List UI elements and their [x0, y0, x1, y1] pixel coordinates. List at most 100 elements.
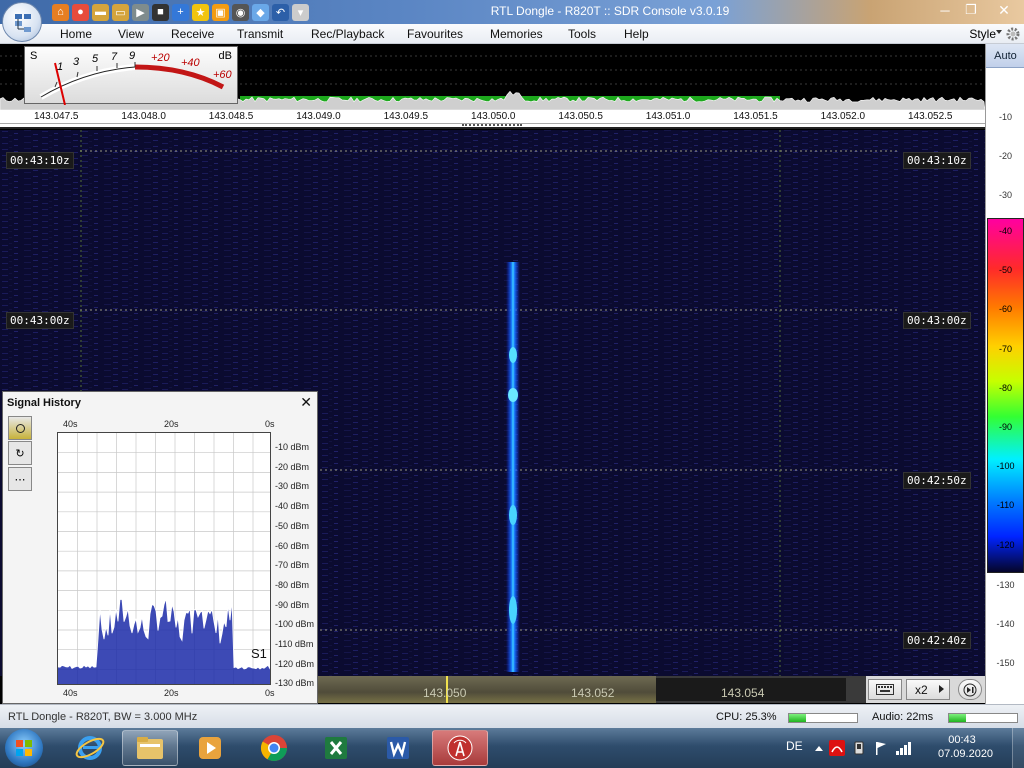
menu-help[interactable]: Help — [624, 27, 649, 41]
keyboard-icon — [876, 684, 894, 695]
sh-x-tick: 40s — [63, 688, 78, 698]
app-menu-button[interactable] — [2, 2, 42, 42]
chevron-right-icon — [939, 685, 944, 693]
timestamp-label: 00:42:40z — [903, 632, 971, 649]
tuning-strip[interactable]: 143.050 143.052 143.054 — [318, 676, 866, 703]
signal-history-plot[interactable] — [57, 432, 271, 685]
s-scale-7: 7 — [111, 51, 118, 63]
record-toggle-button[interactable] — [8, 416, 32, 440]
close-button[interactable]: ✕ — [984, 0, 1024, 20]
db-color-label: -40 — [998, 226, 1012, 236]
flag-icon[interactable] — [873, 740, 889, 756]
network-icon[interactable] — [895, 740, 913, 756]
zoom-select[interactable]: x2 — [906, 679, 950, 700]
dropdown-icon[interactable]: ▾ — [292, 3, 309, 21]
menu-transmit[interactable]: Transmit — [237, 27, 283, 41]
s-plus-scale: +40 — [181, 57, 200, 69]
app-logo-icon — [15, 14, 31, 32]
acrobat-icon[interactable] — [829, 740, 845, 756]
more-options-button[interactable]: ⋯ — [8, 467, 32, 491]
device-icon[interactable] — [851, 740, 867, 756]
s-reading: S1 — [251, 646, 267, 661]
frequency-tick: 143.050.0 — [471, 111, 516, 122]
sh-x-tick: 20s — [164, 419, 179, 429]
word-icon — [387, 737, 409, 759]
keyboard-button[interactable] — [868, 679, 902, 700]
window-title: RTL Dongle - R820T :: SDR Console v3.0.1… — [490, 4, 730, 18]
taskbar-chrome[interactable] — [246, 730, 302, 766]
play-icon[interactable]: ▶ — [132, 3, 149, 21]
folder-icon[interactable]: ▬ — [92, 3, 109, 21]
taskbar-sdr-console[interactable] — [432, 730, 488, 766]
record-icon[interactable]: ● — [72, 3, 89, 21]
more-icon: ⋯ — [14, 473, 26, 486]
s-plus-scale: +20 — [151, 52, 170, 64]
menu-tools[interactable]: Tools — [568, 27, 596, 41]
undo-icon[interactable]: ↶ — [272, 3, 289, 21]
menu-bar: Home View Receive Transmit Rec/Playback Favou… — [0, 24, 1024, 65]
menu-memories[interactable]: Memories — [490, 27, 543, 41]
frequency-tick: 143.049.0 — [296, 111, 341, 122]
taskbar-word[interactable] — [370, 730, 426, 766]
minimize-button[interactable]: ─ — [932, 0, 958, 20]
db-color-label: -120 — [996, 539, 1015, 550]
tuning-buttons: x2 — [866, 676, 985, 703]
add-icon[interactable]: + — [172, 3, 189, 21]
audio-label: Audio: 22ms — [872, 711, 934, 723]
status-bar: RTL Dongle - R820T, BW = 3.000 MHz CPU: … — [0, 704, 1024, 728]
quick-access-toolbar: ⌂ ● ▬ ▭ ▶ ■ + ★ ▣ ◉ ◆ ↶ ▾ — [52, 3, 309, 21]
device-status: RTL Dongle - R820T, BW = 3.000 MHz — [8, 711, 198, 723]
home-icon[interactable]: ⌂ — [52, 3, 69, 21]
menu-home[interactable]: Home — [60, 27, 92, 41]
menu-favourites[interactable]: Favourites — [407, 27, 463, 41]
taskbar-media-player[interactable] — [182, 730, 238, 766]
timestamp-label: 00:43:00z — [6, 312, 74, 329]
menu-receive[interactable]: Receive — [171, 27, 214, 41]
drop-icon[interactable]: ◆ — [252, 3, 269, 21]
menu-view[interactable]: View — [118, 27, 144, 41]
restore-button[interactable]: ❐ — [958, 0, 984, 20]
folder-open-icon[interactable]: ▭ — [112, 3, 129, 21]
record-stop-icon[interactable]: ■ — [152, 3, 169, 21]
scale-splitter[interactable] — [0, 124, 985, 129]
gear-icon[interactable] — [1005, 26, 1021, 42]
camera-icon[interactable]: ◉ — [232, 3, 249, 21]
taskbar-clock[interactable]: 00:43 07.09.2020 — [938, 733, 993, 761]
windows-logo-icon — [16, 740, 32, 756]
db-color-label: -80 — [998, 382, 1012, 393]
language-indicator[interactable]: DE — [786, 739, 803, 753]
db-label: -130 — [996, 580, 1015, 590]
taskbar-excel[interactable] — [308, 730, 364, 766]
lock-icon[interactable]: ▣ — [212, 3, 229, 21]
folder-icon — [137, 737, 163, 759]
radio-tower-icon — [447, 735, 473, 761]
sh-y-tick: -70 dBm — [275, 560, 310, 571]
excel-icon — [325, 737, 347, 759]
start-button[interactable] — [5, 729, 43, 767]
menu-rec-playback[interactable]: Rec/Playback — [311, 27, 384, 41]
cpu-meter — [788, 713, 858, 723]
frequency-scale[interactable]: 143.047.5 143.048.0 143.048.5 143.049.0 143.… — [0, 110, 985, 124]
taskbar-internet-explorer[interactable] — [62, 730, 118, 766]
s-scale-5: 5 — [92, 53, 99, 65]
taskbar-explorer[interactable] — [122, 730, 178, 766]
db-label: -10 — [998, 112, 1012, 122]
db-label: -20 — [998, 151, 1012, 161]
db-label: -150 — [996, 658, 1015, 668]
refresh-icon: ↻ — [15, 447, 25, 460]
style-menu[interactable]: Style — [969, 27, 996, 41]
show-hidden-icons-icon[interactable] — [815, 745, 823, 751]
star-icon[interactable]: ★ — [192, 3, 209, 21]
tuning-frequency: 143.054 — [721, 686, 765, 700]
auto-level-button[interactable]: Auto — [986, 44, 1024, 68]
audio-meter — [948, 713, 1018, 723]
zoom-label: x2 — [915, 682, 928, 697]
refresh-button[interactable]: ↻ — [8, 441, 32, 465]
sh-y-tick: -120 dBm — [275, 658, 315, 669]
media-player-icon — [199, 737, 221, 759]
step-forward-button[interactable] — [958, 679, 982, 700]
close-icon[interactable]: ✕ — [300, 394, 312, 411]
chevron-down-icon[interactable] — [996, 30, 1002, 34]
show-desktop-button[interactable] — [1012, 728, 1024, 768]
s-scale-3: 3 — [73, 56, 80, 68]
